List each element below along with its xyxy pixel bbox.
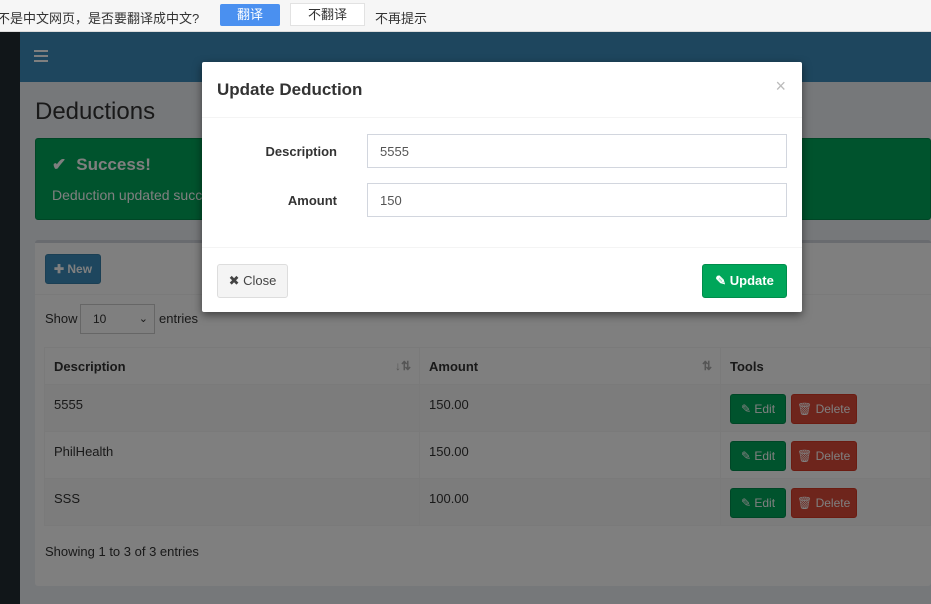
close-icon[interactable]: × [775, 76, 786, 97]
translate-button[interactable]: 翻译 [220, 4, 280, 26]
no-translate-button[interactable]: 不翻译 [290, 3, 365, 26]
edit-icon: ✎ [715, 273, 727, 288]
close-button[interactable]: ✖ Close [217, 264, 288, 298]
translate-bar: 不是中文网页，是否要翻译成中文? 翻译 不翻译 不再提示 [0, 0, 931, 32]
amount-label: Amount [287, 193, 337, 208]
never-prompt-button[interactable]: 不再提示 [375, 8, 427, 27]
update-deduction-modal: Update Deduction × Description Amount ✖ … [202, 62, 802, 312]
amount-input[interactable] [367, 183, 787, 217]
translate-prompt: 不是中文网页，是否要翻译成中文? [0, 11, 200, 26]
modal-title: Update Deduction [217, 80, 363, 99]
update-button[interactable]: ✎ Update [702, 264, 787, 298]
description-label: Description [265, 144, 337, 159]
times-icon: ✖ [228, 273, 240, 288]
description-input[interactable] [367, 134, 787, 168]
